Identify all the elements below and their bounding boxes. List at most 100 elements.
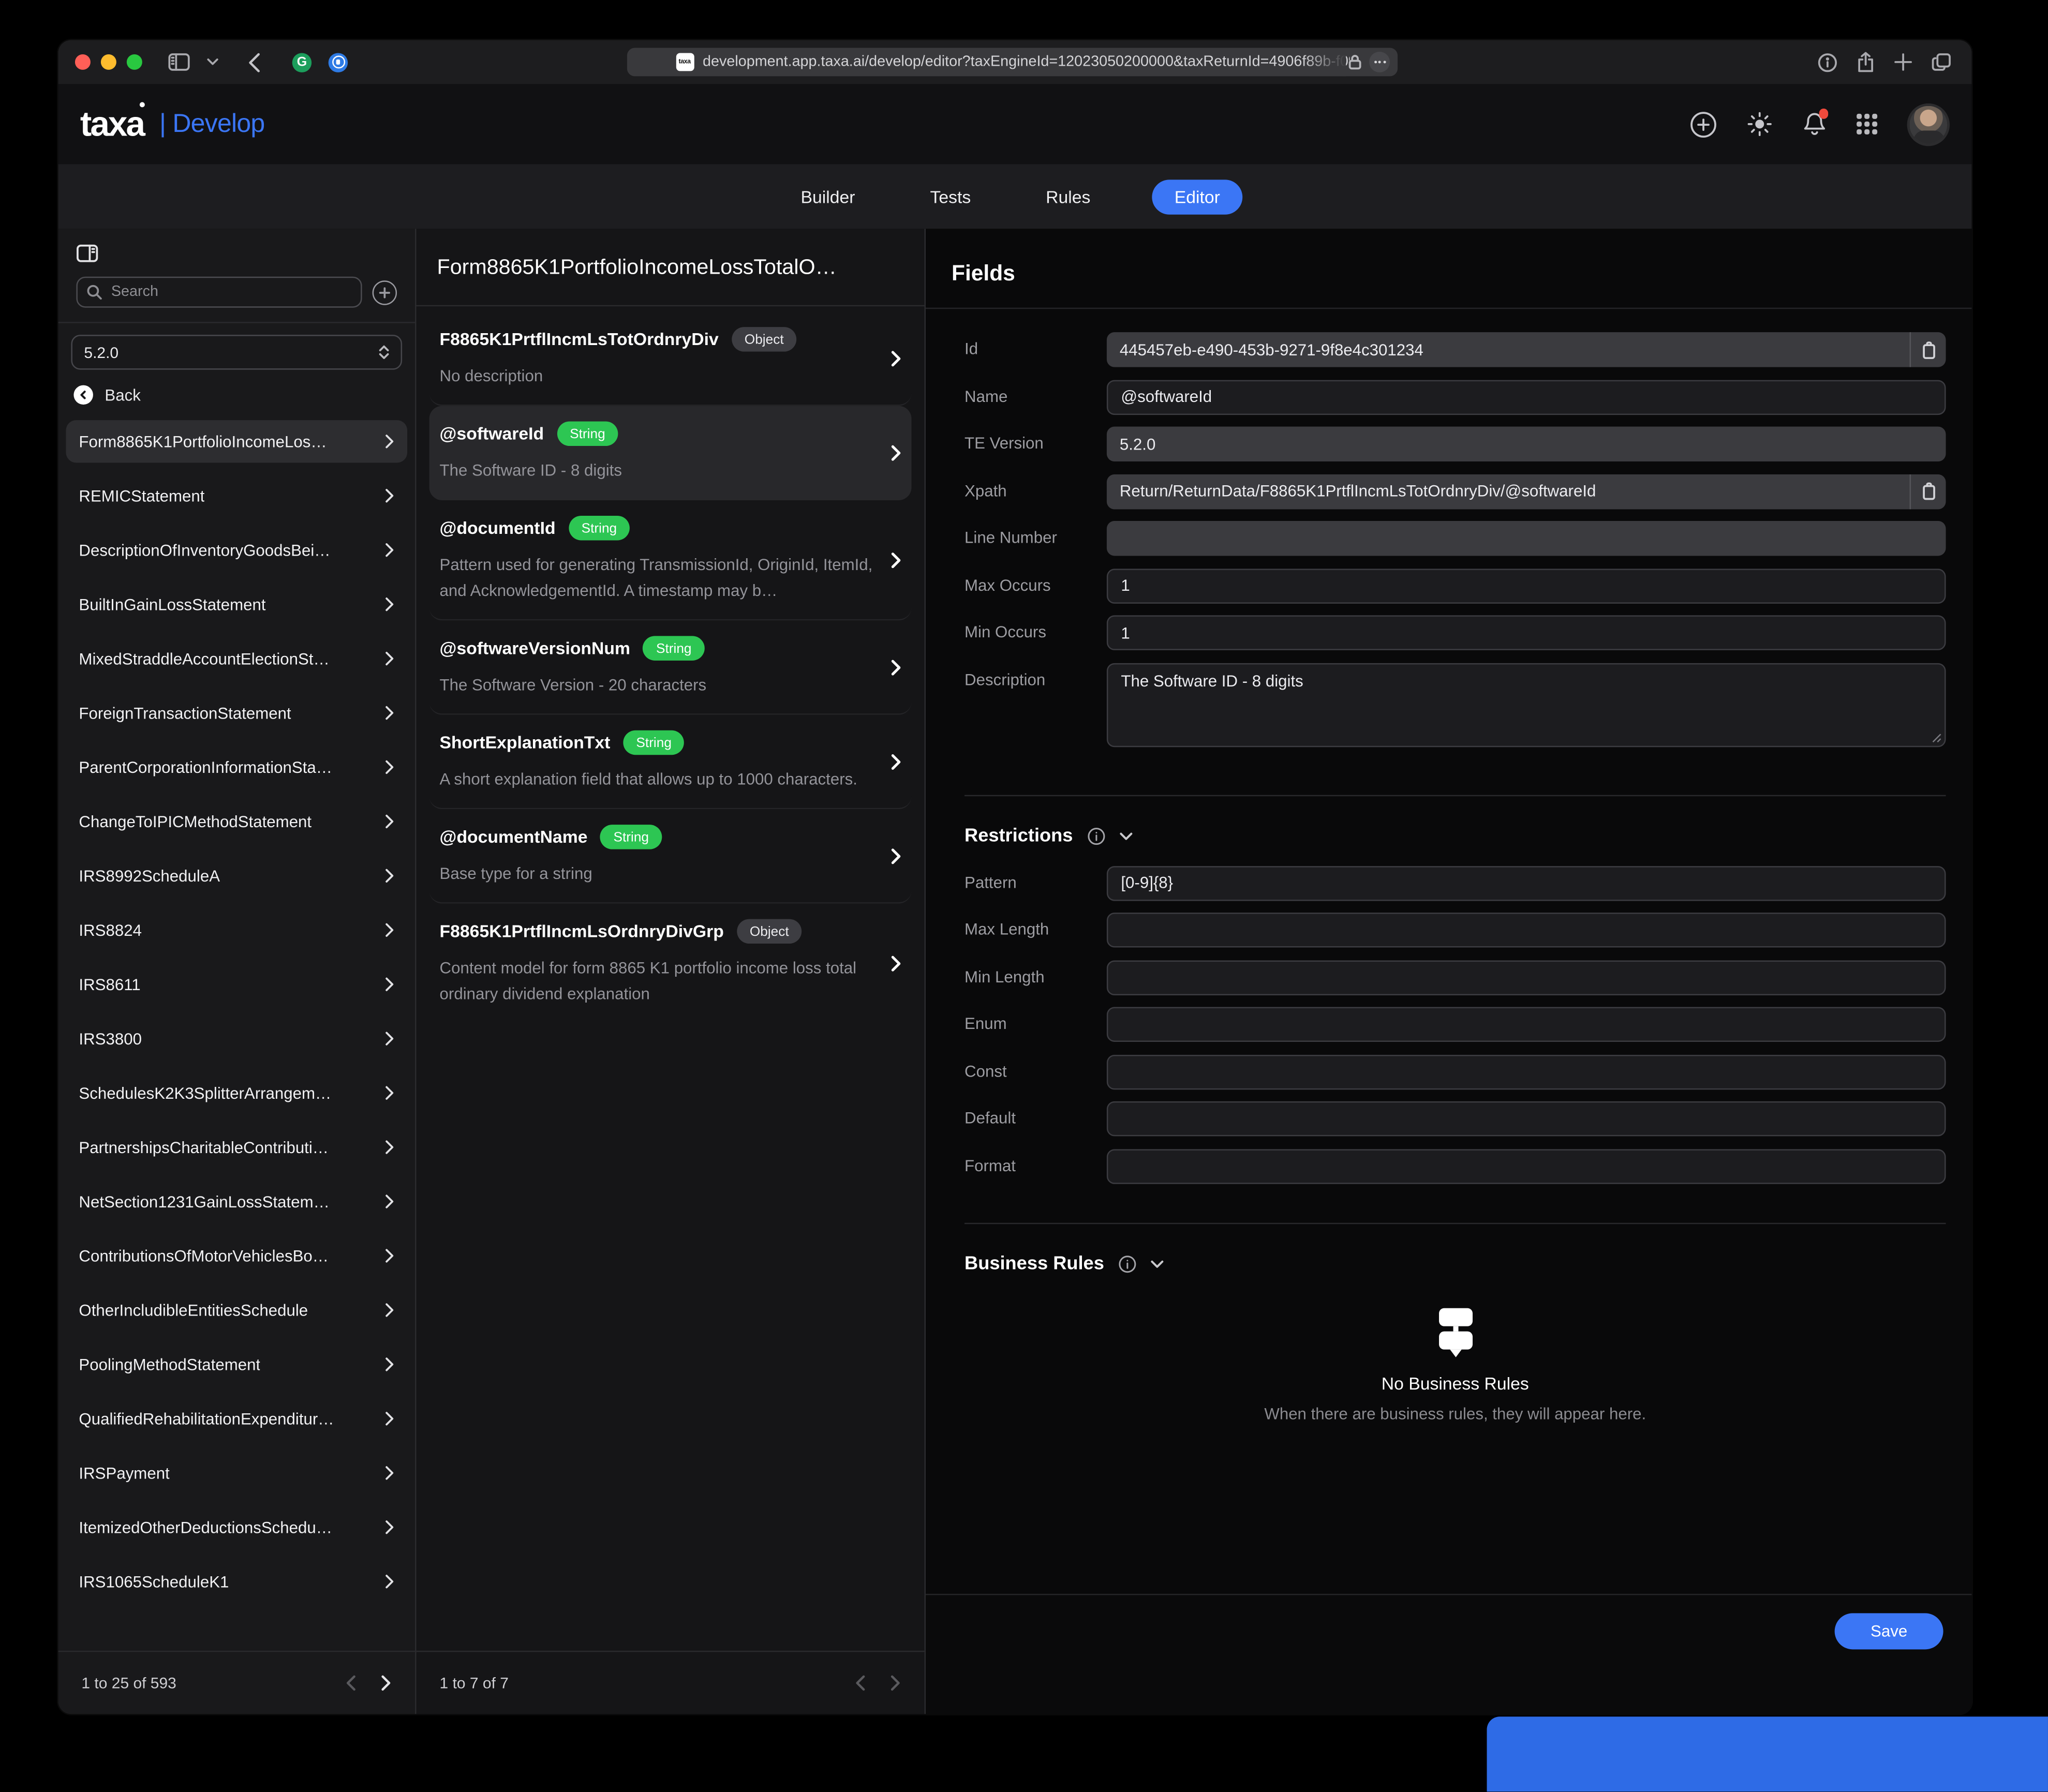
search-input[interactable] <box>76 277 362 308</box>
sidebar-item[interactable]: ForeignTransactionStatement <box>66 692 407 734</box>
sidebar-item[interactable]: DescriptionOfInventoryGoodsBei… <box>66 529 407 571</box>
notifications-bell-icon[interactable] <box>1802 111 1827 137</box>
min-occurs-field[interactable] <box>1107 615 1946 650</box>
info-icon[interactable] <box>1118 1255 1136 1273</box>
sidebar-item[interactable]: ItemizedOtherDeductionsSchedu… <box>66 1506 407 1548</box>
sidebar-item[interactable]: PartnershipsCharitableContributi… <box>66 1126 407 1168</box>
xpath-field[interactable] <box>1107 474 1946 509</box>
page-prev-icon[interactable] <box>855 1675 865 1691</box>
max-length-field[interactable] <box>1107 913 1946 947</box>
min-length-field[interactable] <box>1107 960 1946 994</box>
sidebar-item[interactable]: ContributionsOfMotorVehiclesBo… <box>66 1234 407 1277</box>
page-prev-icon[interactable] <box>345 1675 355 1691</box>
fields-pagination: 1 to 7 of 7 <box>417 1651 925 1714</box>
id-field[interactable] <box>1107 332 1946 367</box>
chevron-down-icon[interactable] <box>1151 1260 1164 1267</box>
restriction-row-default: Default <box>964 1101 1946 1136</box>
new-tab-icon[interactable] <box>1894 53 1912 71</box>
divider <box>964 1222 1946 1223</box>
description-field[interactable]: The Software ID - 8 digits <box>1107 663 1946 746</box>
save-button[interactable]: Save <box>1835 1613 1943 1649</box>
page-next-icon[interactable] <box>891 1675 901 1691</box>
share-icon[interactable] <box>1857 52 1875 72</box>
list-item-field[interactable]: F8865K1PrtflIncmLsTotOrdnryDiv Object No… <box>429 311 912 406</box>
sidebar-item[interactable]: BuiltInGainLossStatement <box>66 583 407 625</box>
field-label: Name <box>964 379 1107 414</box>
pattern-field[interactable] <box>1107 865 1946 900</box>
sidebar-item[interactable]: ChangeToIPICMethodStatement <box>66 800 407 843</box>
te-version-select[interactable]: 5.2.0 <box>71 335 402 369</box>
te-version-field[interactable] <box>1107 427 1946 461</box>
user-avatar[interactable] <box>1907 103 1950 145</box>
chevron-right-icon <box>385 435 394 449</box>
browser-chrome: G taxa development.app.taxa.ai/develop/e… <box>58 40 1971 84</box>
tab-overview-icon[interactable] <box>1932 53 1951 71</box>
format-field[interactable] <box>1107 1148 1946 1183</box>
line-number-field[interactable] <box>1107 521 1946 556</box>
onepassword-extension-icon[interactable] <box>329 52 348 71</box>
chevron-right-icon <box>385 1249 394 1263</box>
chevron-down-icon[interactable] <box>207 58 218 66</box>
page-next-icon[interactable] <box>381 1675 392 1691</box>
add-schema-button[interactable] <box>373 280 397 304</box>
tab-rules[interactable]: Rules <box>1033 179 1103 214</box>
chevron-down-icon[interactable] <box>1119 832 1132 840</box>
copy-icon[interactable] <box>1910 474 1946 509</box>
sidebar-item[interactable]: NetSection1231GainLossStatem… <box>66 1180 407 1222</box>
field-label: Pattern <box>964 865 1107 900</box>
list-item-field[interactable]: @documentId String Pattern used for gene… <box>429 500 912 620</box>
sidebar-item-label: NetSection1231GainLossStatem… <box>79 1192 329 1211</box>
sidebar-item[interactable]: IRS1065ScheduleK1 <box>66 1560 407 1603</box>
sidebar-item[interactable]: ParentCorporationInformationSta… <box>66 746 407 788</box>
sidebar-item[interactable]: IRS3800 <box>66 1017 407 1059</box>
minimize-window-button[interactable] <box>101 54 116 70</box>
max-occurs-field[interactable] <box>1107 568 1946 603</box>
copy-icon[interactable] <box>1910 332 1946 367</box>
sidebar-item[interactable]: IRS8992ScheduleA <box>66 855 407 897</box>
chevron-right-icon <box>385 543 394 557</box>
sidebar-toggle-icon[interactable] <box>168 53 190 71</box>
sidebar-item[interactable]: SchedulesK2K3SplitterArrangem… <box>66 1071 407 1114</box>
sidebar-item[interactable]: QualifiedRehabilitationExpenditur… <box>66 1397 407 1440</box>
theme-sun-icon[interactable] <box>1747 111 1773 137</box>
sidebar-item[interactable]: OtherIncludibleEntitiesSchedule <box>66 1289 407 1331</box>
tab-builder[interactable]: Builder <box>788 179 868 214</box>
sidebar-item[interactable]: Form8865K1PortfolioIncomeLos… <box>66 420 407 462</box>
sidebar-item[interactable]: IRS8611 <box>66 963 407 1006</box>
resize-handle-icon[interactable] <box>1932 733 1942 743</box>
grammarly-extension-icon[interactable]: G <box>292 52 311 71</box>
field-label: Min Length <box>964 960 1107 994</box>
business-rules-icon <box>1434 1307 1476 1356</box>
url-bar[interactable]: taxa development.app.taxa.ai/develop/edi… <box>627 48 1398 76</box>
list-item-field[interactable]: ShortExplanationTxt String A short expla… <box>429 715 912 809</box>
tab-tests[interactable]: Tests <box>917 179 984 214</box>
sidebar-item[interactable]: REMICStatement <box>66 474 407 517</box>
const-field[interactable] <box>1107 1054 1946 1089</box>
restriction-row-max-length: Max Length <box>964 913 1946 947</box>
tab-editor[interactable]: Editor <box>1152 179 1242 214</box>
page-options-icon[interactable] <box>1369 52 1390 72</box>
info-icon[interactable] <box>1818 52 1837 71</box>
sidebar-item[interactable]: PoolingMethodStatement <box>66 1343 407 1385</box>
list-item-field[interactable]: F8865K1PrtflIncmLsOrdnryDivGrp Object Co… <box>429 904 912 1024</box>
enum-field[interactable] <box>1107 1007 1946 1041</box>
list-item-field[interactable]: @softwareId String The Software ID - 8 d… <box>429 406 912 500</box>
sidebar-item[interactable]: MixedStraddleAccountElectionSt… <box>66 637 407 680</box>
back-icon[interactable] <box>248 52 260 71</box>
default-field[interactable] <box>1107 1101 1946 1136</box>
info-icon[interactable] <box>1087 827 1105 845</box>
list-item-field[interactable]: @documentName String Base type for a str… <box>429 809 912 903</box>
name-field[interactable] <box>1107 379 1946 414</box>
type-badge: Object <box>737 919 802 944</box>
chevron-right-icon <box>891 954 901 971</box>
collapse-panel-icon[interactable] <box>76 244 397 262</box>
list-item-field[interactable]: @softwareVersionNum String The Software … <box>429 620 912 714</box>
zoom-window-button[interactable] <box>127 54 142 70</box>
close-window-button[interactable] <box>75 54 91 70</box>
sidebar-item[interactable]: IRS8824 <box>66 909 407 951</box>
add-circle-icon[interactable] <box>1690 111 1717 138</box>
field-name: ShortExplanationTxt <box>440 733 611 752</box>
back-button[interactable]: Back <box>58 370 415 412</box>
sidebar-item[interactable]: IRSPayment <box>66 1452 407 1494</box>
apps-grid-icon[interactable] <box>1857 114 1877 135</box>
